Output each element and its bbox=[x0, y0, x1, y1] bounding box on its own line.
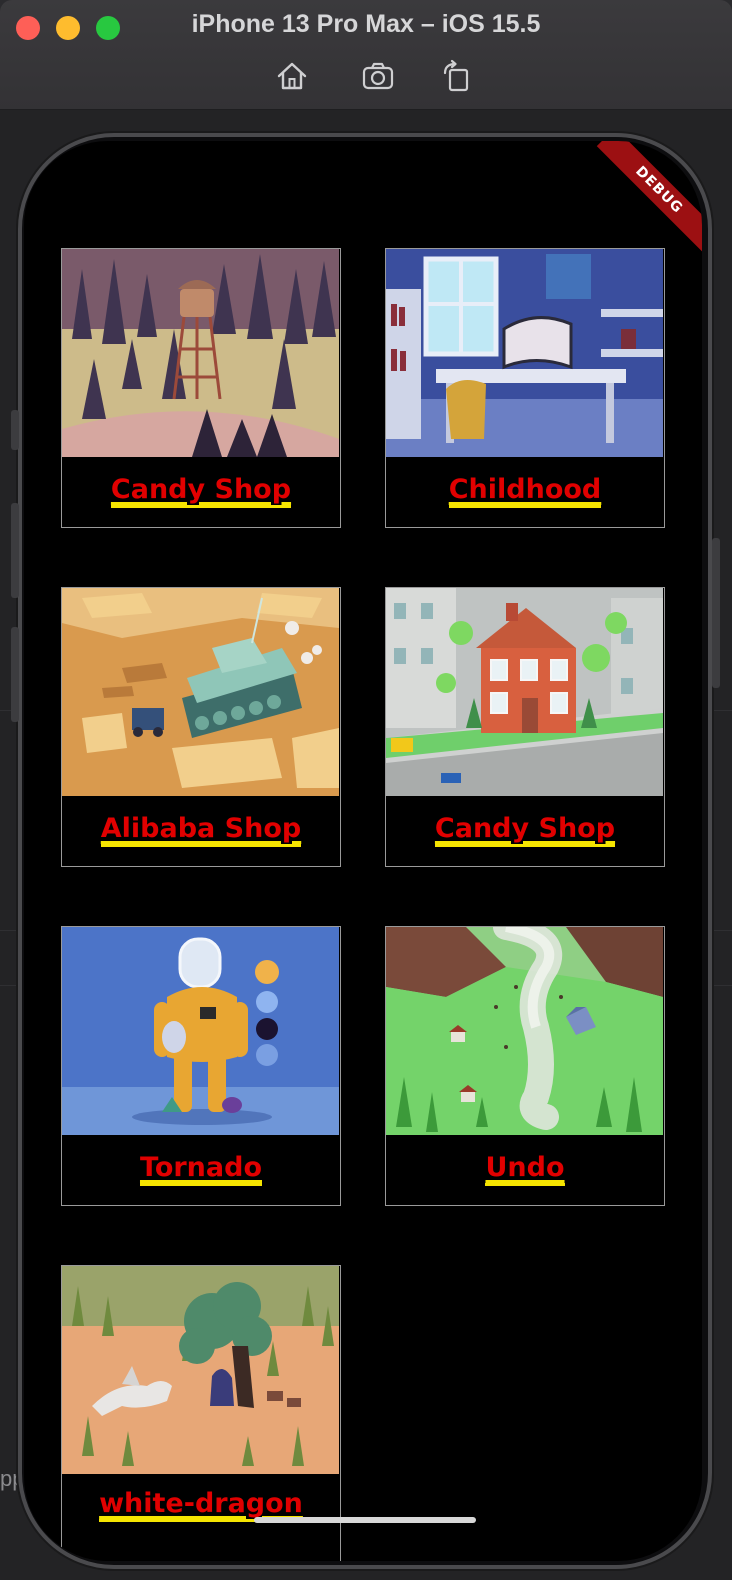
volume-up-button[interactable] bbox=[11, 503, 19, 598]
card-label: white-dragon bbox=[62, 1474, 340, 1538]
screenshot-icon bbox=[362, 62, 394, 90]
card-image bbox=[386, 588, 663, 796]
simulator-toolbar: iPhone 13 Pro Max – iOS 15.5 bbox=[0, 0, 732, 110]
home-indicator[interactable] bbox=[254, 1517, 476, 1523]
card-image bbox=[62, 588, 339, 796]
card-label: Childhood bbox=[386, 457, 664, 527]
screenshot-button[interactable] bbox=[360, 58, 396, 94]
card-label: Candy Shop bbox=[62, 457, 340, 527]
window-title: iPhone 13 Pro Max – iOS 15.5 bbox=[191, 10, 541, 38]
grid-card[interactable]: Tornado bbox=[61, 926, 341, 1206]
card-label: Candy Shop bbox=[386, 796, 664, 866]
volume-down-button[interactable] bbox=[11, 627, 19, 722]
grid-card[interactable]: Undo bbox=[385, 926, 665, 1206]
card-image bbox=[62, 249, 339, 457]
mute-switch[interactable] bbox=[11, 410, 19, 450]
power-button[interactable] bbox=[712, 538, 720, 688]
rotate-icon bbox=[443, 59, 469, 92]
card-label: Undo bbox=[386, 1135, 664, 1205]
grid-card[interactable]: Candy Shop bbox=[61, 248, 341, 528]
card-image bbox=[62, 1266, 339, 1474]
app-screen: DEBUG Candy Shop Childhood Alibaba Shop … bbox=[24, 141, 702, 1561]
home-button[interactable] bbox=[274, 58, 310, 94]
card-label: Tornado bbox=[62, 1135, 340, 1205]
grid-card[interactable]: Candy Shop bbox=[385, 587, 665, 867]
card-image bbox=[62, 927, 339, 1135]
card-label: Alibaba Shop bbox=[62, 796, 340, 866]
grid-card[interactable]: Alibaba Shop bbox=[61, 587, 341, 867]
home-icon bbox=[277, 62, 307, 90]
card-image bbox=[386, 249, 663, 457]
rotate-button[interactable] bbox=[438, 58, 474, 94]
card-image bbox=[386, 927, 663, 1135]
grid-card[interactable]: Childhood bbox=[385, 248, 665, 528]
